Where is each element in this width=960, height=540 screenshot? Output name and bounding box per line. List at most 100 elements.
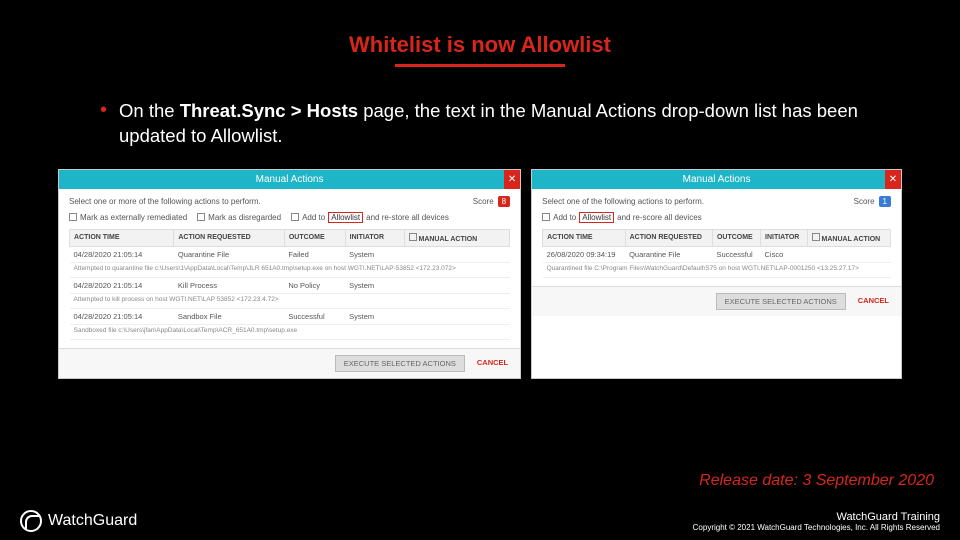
cell-outcome: Successful bbox=[284, 308, 345, 324]
bullet-dot: • bbox=[100, 99, 107, 121]
checkbox-icon[interactable] bbox=[812, 233, 820, 241]
cancel-button[interactable]: CANCEL bbox=[854, 293, 893, 310]
check-label: Mark as externally remediated bbox=[80, 213, 187, 222]
brand-text: WatchGuard bbox=[48, 512, 137, 530]
table-subrow: Attempted to quarantine file c:\Users\1\… bbox=[70, 262, 510, 277]
bullet-item: • On the Threat.Sync > Hosts page, the t… bbox=[0, 67, 960, 149]
check-label-post: and re-store all devices bbox=[366, 213, 449, 222]
footer: WatchGuard WatchGuard Training Copyright… bbox=[0, 510, 960, 532]
checkbox-row: Mark as externally remediated Mark as di… bbox=[69, 212, 510, 223]
check-label: Mark as disregarded bbox=[208, 213, 281, 222]
check-allowlist[interactable]: Add to Allowlist and re-store all device… bbox=[291, 212, 449, 223]
table-row: 04/28/2020 21:05:14Sandbox FileSuccessfu… bbox=[70, 308, 510, 324]
check-label-pre: Add to bbox=[302, 213, 325, 222]
credit-line2: Copyright © 2021 WatchGuard Technologies… bbox=[693, 523, 940, 532]
cell-action: Kill Process bbox=[174, 277, 284, 293]
check-remediated[interactable]: Mark as externally remediated bbox=[69, 212, 187, 223]
panel-left: Manual Actions ✕ Select one or more of t… bbox=[58, 169, 521, 379]
col-outcome: OUTCOME bbox=[712, 229, 760, 246]
allowlist-highlight: Allowlist bbox=[328, 212, 363, 223]
panel-header: Manual Actions ✕ bbox=[59, 170, 520, 189]
table-header-row: ACTION TIME ACTION REQUESTED OUTCOME INI… bbox=[70, 229, 510, 246]
panel-header: Manual Actions ✕ bbox=[532, 170, 901, 189]
checkbox-icon bbox=[197, 213, 205, 221]
panel-right: Manual Actions ✕ Select one of the follo… bbox=[531, 169, 902, 379]
cell-sub: Sandboxed file c:\Users\jfan\AppData\Loc… bbox=[70, 324, 510, 339]
cell-initiator: System bbox=[345, 277, 404, 293]
slide-title: Whitelist is now Allowlist bbox=[0, 0, 960, 58]
screenshots-row: Manual Actions ✕ Select one or more of t… bbox=[0, 149, 960, 379]
cell-time: 26/08/2020 09:34:19 bbox=[543, 246, 625, 262]
col-time: ACTION TIME bbox=[70, 229, 174, 246]
col-initiator: INITIATOR bbox=[761, 229, 808, 246]
close-icon[interactable]: ✕ bbox=[885, 170, 901, 189]
cell-outcome: Successful bbox=[712, 246, 760, 262]
cell-action: Quarantine File bbox=[174, 246, 284, 262]
panel-header-text: Manual Actions bbox=[256, 174, 324, 185]
cell-initiator: System bbox=[345, 308, 404, 324]
cell-time: 04/28/2020 21:05:14 bbox=[70, 246, 174, 262]
cell-outcome: No Policy bbox=[284, 277, 345, 293]
bullet-text: On the Threat.Sync > Hosts page, the tex… bbox=[119, 99, 888, 149]
cell-sub: Quarantined file C:\Program Files\WatchG… bbox=[543, 262, 891, 277]
checkbox-icon[interactable] bbox=[409, 233, 417, 241]
cell-manual bbox=[404, 246, 510, 262]
checkbox-icon bbox=[291, 213, 299, 221]
cell-time: 04/28/2020 21:05:14 bbox=[70, 277, 174, 293]
execute-button[interactable]: EXECUTE SELECTED ACTIONS bbox=[335, 355, 465, 372]
cell-manual bbox=[807, 246, 890, 262]
score-badge: 8 bbox=[498, 196, 510, 207]
col-action: ACTION REQUESTED bbox=[174, 229, 284, 246]
panel-body: Select one or more of the following acti… bbox=[59, 189, 520, 348]
instruction-row: Select one or more of the following acti… bbox=[69, 197, 510, 206]
table-header-row: ACTION TIME ACTION REQUESTED OUTCOME INI… bbox=[543, 229, 891, 246]
table-subrow: Quarantined file C:\Program Files\WatchG… bbox=[543, 262, 891, 277]
instruction-text: Select one or more of the following acti… bbox=[69, 197, 261, 206]
check-disregarded[interactable]: Mark as disregarded bbox=[197, 212, 281, 223]
score-wrap: Score1 bbox=[854, 197, 891, 206]
col-manual-label: MANUAL ACTION bbox=[822, 236, 881, 243]
score-badge: 1 bbox=[879, 196, 891, 207]
col-action: ACTION REQUESTED bbox=[625, 229, 712, 246]
col-manual: MANUAL ACTION bbox=[404, 229, 510, 246]
instruction-row: Select one of the following actions to p… bbox=[542, 197, 891, 206]
cell-manual bbox=[404, 308, 510, 324]
col-time: ACTION TIME bbox=[543, 229, 625, 246]
cell-sub: Attempted to kill process on host WGTI.N… bbox=[70, 293, 510, 308]
bullet-bold: Threat.Sync > Hosts bbox=[180, 100, 358, 121]
allowlist-highlight: Allowlist bbox=[579, 212, 614, 223]
checkbox-row: Add to Allowlist and re-score all device… bbox=[542, 212, 891, 223]
cell-time: 04/28/2020 21:05:14 bbox=[70, 308, 174, 324]
bullet-prefix: On the bbox=[119, 100, 180, 121]
check-allowlist[interactable]: Add to Allowlist and re-score all device… bbox=[542, 212, 702, 223]
col-outcome: OUTCOME bbox=[284, 229, 345, 246]
table-row: 26/08/2020 09:34:19Quarantine FileSucces… bbox=[543, 246, 891, 262]
table-row: 04/28/2020 21:05:14Kill ProcessNo Policy… bbox=[70, 277, 510, 293]
checkbox-icon bbox=[542, 213, 550, 221]
brand-logo: WatchGuard bbox=[20, 510, 137, 532]
credit-line1: WatchGuard Training bbox=[693, 511, 940, 523]
cell-action: Sandbox File bbox=[174, 308, 284, 324]
cell-initiator: System bbox=[345, 246, 404, 262]
execute-button[interactable]: EXECUTE SELECTED ACTIONS bbox=[716, 293, 846, 310]
panel-actions: EXECUTE SELECTED ACTIONS CANCEL bbox=[59, 348, 520, 378]
table-row: 04/28/2020 21:05:14Quarantine FileFailed… bbox=[70, 246, 510, 262]
score-wrap: Score8 bbox=[473, 197, 510, 206]
credits: WatchGuard Training Copyright © 2021 Wat… bbox=[693, 511, 940, 532]
logo-icon bbox=[20, 510, 42, 532]
actions-table: ACTION TIME ACTION REQUESTED OUTCOME INI… bbox=[69, 229, 510, 340]
col-manual: MANUAL ACTION bbox=[807, 229, 890, 246]
table-subrow: Sandboxed file c:\Users\jfan\AppData\Loc… bbox=[70, 324, 510, 339]
cell-outcome: Failed bbox=[284, 246, 345, 262]
instruction-text: Select one of the following actions to p… bbox=[542, 197, 704, 206]
check-label-pre: Add to bbox=[553, 213, 576, 222]
cell-action: Quarantine File bbox=[625, 246, 712, 262]
close-icon[interactable]: ✕ bbox=[504, 170, 520, 189]
col-initiator: INITIATOR bbox=[345, 229, 404, 246]
check-label-post: and re-score all devices bbox=[617, 213, 701, 222]
checkbox-icon bbox=[69, 213, 77, 221]
cancel-button[interactable]: CANCEL bbox=[473, 355, 512, 372]
col-manual-label: MANUAL ACTION bbox=[418, 236, 477, 243]
actions-table: ACTION TIME ACTION REQUESTED OUTCOME INI… bbox=[542, 229, 891, 278]
panel-body: Select one of the following actions to p… bbox=[532, 189, 901, 286]
